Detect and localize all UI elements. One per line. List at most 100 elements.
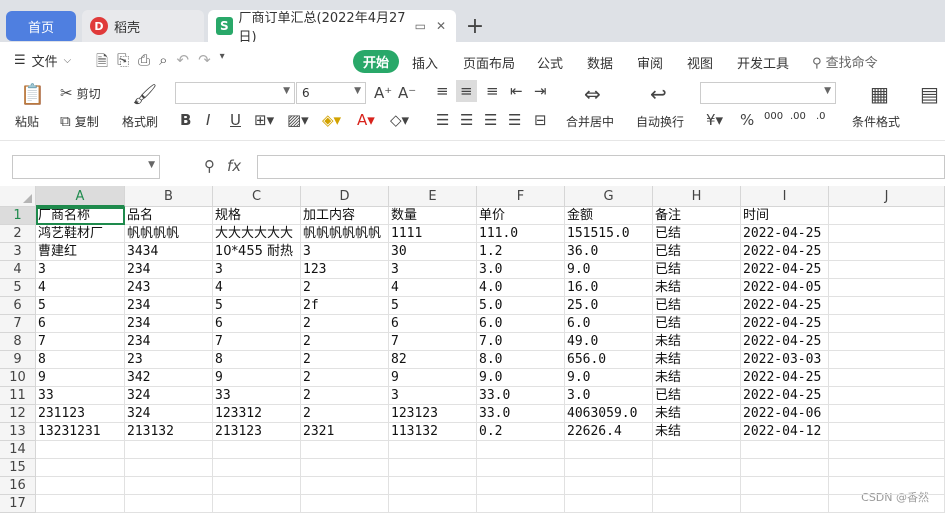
cell-price[interactable]: 111.0 bbox=[477, 225, 565, 243]
cell-date[interactable] bbox=[741, 495, 829, 513]
cell-amount[interactable]: 6.0 bbox=[565, 315, 653, 333]
cell-process[interactable]: 3 bbox=[301, 243, 389, 261]
cell-process[interactable] bbox=[301, 441, 389, 459]
cell-spec[interactable]: 33 bbox=[213, 387, 301, 405]
outdent-icon[interactable]: ⇤ bbox=[510, 82, 523, 100]
customize-icon[interactable]: ▾ bbox=[220, 51, 225, 76]
menu-start[interactable]: 开始 bbox=[353, 50, 400, 73]
cell-amount[interactable] bbox=[565, 441, 653, 459]
cell-amount[interactable]: 9.0 bbox=[565, 369, 653, 387]
decrease-font-icon[interactable]: A⁻ bbox=[398, 84, 416, 102]
cell-date[interactable]: 时间 bbox=[741, 207, 829, 225]
align-right-icon[interactable]: ☰ bbox=[484, 111, 497, 129]
cell-qty[interactable] bbox=[389, 495, 477, 513]
cell-spec[interactable] bbox=[213, 477, 301, 495]
cell-process[interactable]: 2 bbox=[301, 405, 389, 423]
redo-icon[interactable]: ↷ bbox=[198, 51, 211, 76]
file-menu-button[interactable]: ☰ 文件 ⌵ bbox=[14, 51, 71, 70]
cell-qty[interactable]: 9 bbox=[389, 369, 477, 387]
cell-qty[interactable]: 123123 bbox=[389, 405, 477, 423]
cell-price[interactable]: 3.0 bbox=[477, 261, 565, 279]
print-icon[interactable]: ⎙ bbox=[138, 51, 150, 76]
cell-date[interactable]: 2022-04-25 bbox=[741, 387, 829, 405]
cell-extra[interactable] bbox=[829, 477, 945, 495]
cell-product[interactable]: 234 bbox=[125, 333, 213, 351]
conditional-format-icon[interactable]: ▦ bbox=[870, 82, 889, 106]
cell-process[interactable]: 2 bbox=[301, 279, 389, 297]
cell-price[interactable]: 33.0 bbox=[477, 405, 565, 423]
menu-formula[interactable]: 公式 bbox=[537, 53, 563, 72]
cell-price[interactable]: 6.0 bbox=[477, 315, 565, 333]
cell-qty[interactable]: 3 bbox=[389, 387, 477, 405]
fill-pattern-icon[interactable]: ▨▾ bbox=[287, 111, 309, 129]
column-header-g[interactable]: G bbox=[565, 186, 653, 207]
undo-icon[interactable]: ↶ bbox=[177, 51, 190, 76]
cell-product[interactable]: 234 bbox=[125, 315, 213, 333]
cell-vendor[interactable] bbox=[36, 495, 125, 513]
thousands-icon[interactable]: 000 bbox=[764, 111, 783, 122]
cell-process[interactable]: 2 bbox=[301, 387, 389, 405]
cell-price[interactable]: 4.0 bbox=[477, 279, 565, 297]
cell-amount[interactable]: 36.0 bbox=[565, 243, 653, 261]
cell-date[interactable]: 2022-04-25 bbox=[741, 315, 829, 333]
cell-process[interactable]: 帆帆帆帆帆帆 bbox=[301, 225, 389, 243]
fx-icon[interactable]: fx bbox=[227, 157, 241, 175]
cell-vendor[interactable]: 曹建红 bbox=[36, 243, 125, 261]
menu-developer[interactable]: 开发工具 bbox=[737, 53, 789, 72]
cell-note[interactable]: 已结 bbox=[653, 225, 741, 243]
cell-spec[interactable]: 大大大大大大 bbox=[213, 225, 301, 243]
cell-amount[interactable]: 4063059.0 bbox=[565, 405, 653, 423]
cell-extra[interactable] bbox=[829, 459, 945, 477]
cell-vendor[interactable]: 231123 bbox=[36, 405, 125, 423]
cell-qty[interactable]: 3 bbox=[389, 261, 477, 279]
cell-process[interactable]: 2 bbox=[301, 369, 389, 387]
cell-extra[interactable] bbox=[829, 369, 945, 387]
align-center-icon[interactable]: ☰ bbox=[460, 111, 473, 129]
cell-note[interactable] bbox=[653, 459, 741, 477]
cell-process[interactable]: 2 bbox=[301, 351, 389, 369]
cell-vendor[interactable]: 鸿艺鞋材厂 bbox=[36, 225, 125, 243]
align-middle-icon[interactable]: ≡ bbox=[456, 80, 477, 102]
distribute-icon[interactable]: ⊟ bbox=[534, 111, 547, 129]
new-tab-button[interactable]: + bbox=[462, 12, 488, 40]
cell-note[interactable]: 未结 bbox=[653, 405, 741, 423]
cell-extra[interactable] bbox=[829, 333, 945, 351]
cell-price[interactable]: 33.0 bbox=[477, 387, 565, 405]
cell-product[interactable]: 234 bbox=[125, 261, 213, 279]
indent-icon[interactable]: ⇥ bbox=[534, 82, 547, 100]
cell-extra[interactable] bbox=[829, 441, 945, 459]
cell-process[interactable] bbox=[301, 477, 389, 495]
cell-vendor[interactable]: 7 bbox=[36, 333, 125, 351]
cell-spec[interactable] bbox=[213, 495, 301, 513]
cell-note[interactable] bbox=[653, 441, 741, 459]
cell-product[interactable] bbox=[125, 477, 213, 495]
row-header[interactable]: 14 bbox=[0, 441, 36, 459]
cell-note[interactable]: 未结 bbox=[653, 333, 741, 351]
cell-amount[interactable]: 22626.4 bbox=[565, 423, 653, 441]
cell-process[interactable] bbox=[301, 495, 389, 513]
fill-color-icon[interactable]: ◈▾ bbox=[322, 111, 341, 129]
cell-product[interactable] bbox=[125, 441, 213, 459]
cell-qty[interactable]: 4 bbox=[389, 279, 477, 297]
close-tab-icon[interactable]: ✕ bbox=[436, 19, 446, 33]
cell-amount[interactable]: 16.0 bbox=[565, 279, 653, 297]
cell-amount[interactable]: 25.0 bbox=[565, 297, 653, 315]
tab-document[interactable]: S 厂商订单汇总(2022年4月27日) ▭ ✕ bbox=[208, 10, 456, 45]
cell-qty[interactable] bbox=[389, 441, 477, 459]
cell-spec[interactable]: 7 bbox=[213, 333, 301, 351]
cell-process[interactable]: 2 bbox=[301, 333, 389, 351]
cell-amount[interactable]: 3.0 bbox=[565, 387, 653, 405]
cell-spec[interactable]: 6 bbox=[213, 315, 301, 333]
cell-spec[interactable]: 4 bbox=[213, 279, 301, 297]
cell-qty[interactable]: 7 bbox=[389, 333, 477, 351]
cell-vendor[interactable]: 5 bbox=[36, 297, 125, 315]
cell-spec[interactable]: 123312 bbox=[213, 405, 301, 423]
cell-note[interactable]: 未结 bbox=[653, 279, 741, 297]
cell-note[interactable]: 已结 bbox=[653, 243, 741, 261]
row-header[interactable]: 8 bbox=[0, 333, 36, 351]
cell-note[interactable]: 未结 bbox=[653, 423, 741, 441]
menu-page-layout[interactable]: 页面布局 bbox=[463, 53, 515, 72]
increase-decimal-icon[interactable]: .00 bbox=[790, 111, 806, 122]
cell-process[interactable]: 加工内容 bbox=[301, 207, 389, 225]
name-box[interactable]: ▼ bbox=[12, 155, 160, 179]
